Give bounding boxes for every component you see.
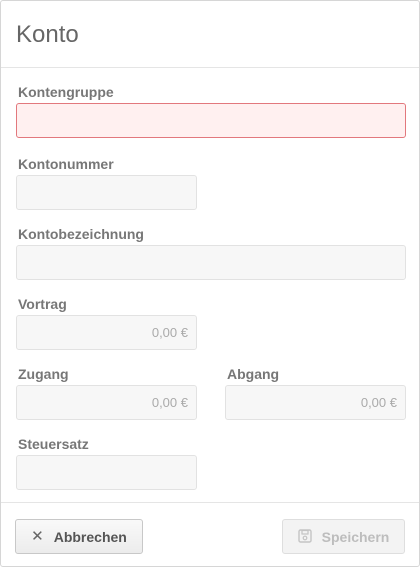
floppy-disk-icon: [297, 528, 312, 545]
abgang-input[interactable]: 0,00 €: [225, 385, 406, 420]
konto-dialog: Konto Kontengruppe Kontonummer Kontobeze…: [0, 0, 420, 567]
save-button[interactable]: Speichern: [282, 519, 405, 554]
dialog-header: Konto: [1, 1, 419, 68]
kontonummer-label: Kontonummer: [18, 156, 114, 172]
zugang-label: Zugang: [18, 366, 69, 382]
zugang-input[interactable]: 0,00 €: [16, 385, 197, 420]
dialog-title: Konto: [16, 21, 79, 48]
abgang-label: Abgang: [227, 366, 280, 382]
save-button-label: Speichern: [321, 528, 390, 545]
cancel-button[interactable]: ✕ Abbrechen: [15, 519, 143, 554]
dialog-footer: ✕ Abbrechen Speichern: [1, 502, 419, 566]
kontobezeichnung-label: Kontobezeichnung: [18, 226, 144, 242]
vortrag-label: Vortrag: [18, 296, 67, 312]
kontengruppe-label: Kontengruppe: [18, 84, 114, 100]
cancel-button-label: Abbrechen: [53, 528, 127, 545]
vortrag-input[interactable]: 0,00 €: [16, 315, 197, 350]
kontengruppe-input[interactable]: [16, 103, 406, 138]
close-icon: ✕: [31, 528, 44, 545]
kontobezeichnung-input[interactable]: [16, 245, 406, 280]
kontonummer-input[interactable]: [16, 175, 197, 210]
steuersatz-label: Steuersatz: [18, 436, 89, 452]
steuersatz-input[interactable]: [16, 455, 197, 490]
